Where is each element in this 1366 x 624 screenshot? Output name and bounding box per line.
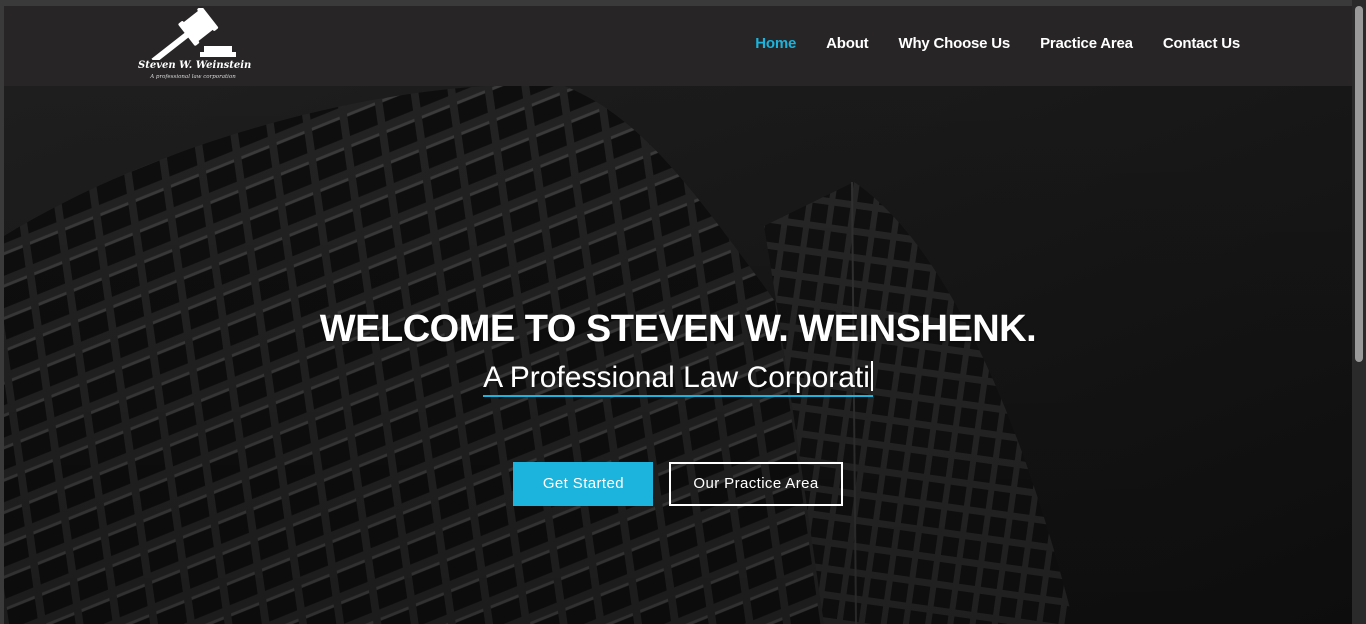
nav-practice-area[interactable]: Practice Area [1040, 35, 1133, 52]
scrollbar-thumb[interactable] [1355, 6, 1363, 362]
hero-subtitle-wrapper: A Professional Law Corporati [483, 361, 873, 397]
site-header: Steven W. Weinstein A professional law c… [4, 6, 1352, 86]
gavel-icon [151, 6, 236, 64]
nav-contact-us[interactable]: Contact Us [1163, 35, 1240, 52]
page: Steven W. Weinstein A professional law c… [4, 6, 1352, 624]
hero-section: WELCOME TO STEVEN W. WEINSHENK. A Profes… [4, 86, 1352, 624]
logo[interactable]: Steven W. Weinstein A professional law c… [138, 6, 252, 84]
hero-title: WELCOME TO STEVEN W. WEINSHENK. [319, 308, 1037, 350]
nav-about[interactable]: About [826, 35, 869, 52]
hero-buttons: Get Started Our Practice Area [4, 462, 1352, 506]
scrollbar[interactable] [1352, 0, 1366, 624]
nav-why-choose-us[interactable]: Why Choose Us [898, 35, 1010, 52]
typing-cursor [870, 361, 873, 391]
logo-name: Steven W. Weinstein [138, 60, 252, 71]
hero-subtitle: A Professional Law Corporati [483, 361, 870, 394]
nav-home[interactable]: Home [755, 35, 796, 52]
get-started-button[interactable]: Get Started [513, 462, 654, 506]
logo-tagline: A professional law corporation [150, 74, 236, 80]
hero-content: WELCOME TO STEVEN W. WEINSHENK. A Profes… [4, 308, 1352, 397]
our-practice-area-button[interactable]: Our Practice Area [669, 462, 843, 506]
main-nav: Home About Why Choose Us Practice Area C… [755, 35, 1240, 52]
